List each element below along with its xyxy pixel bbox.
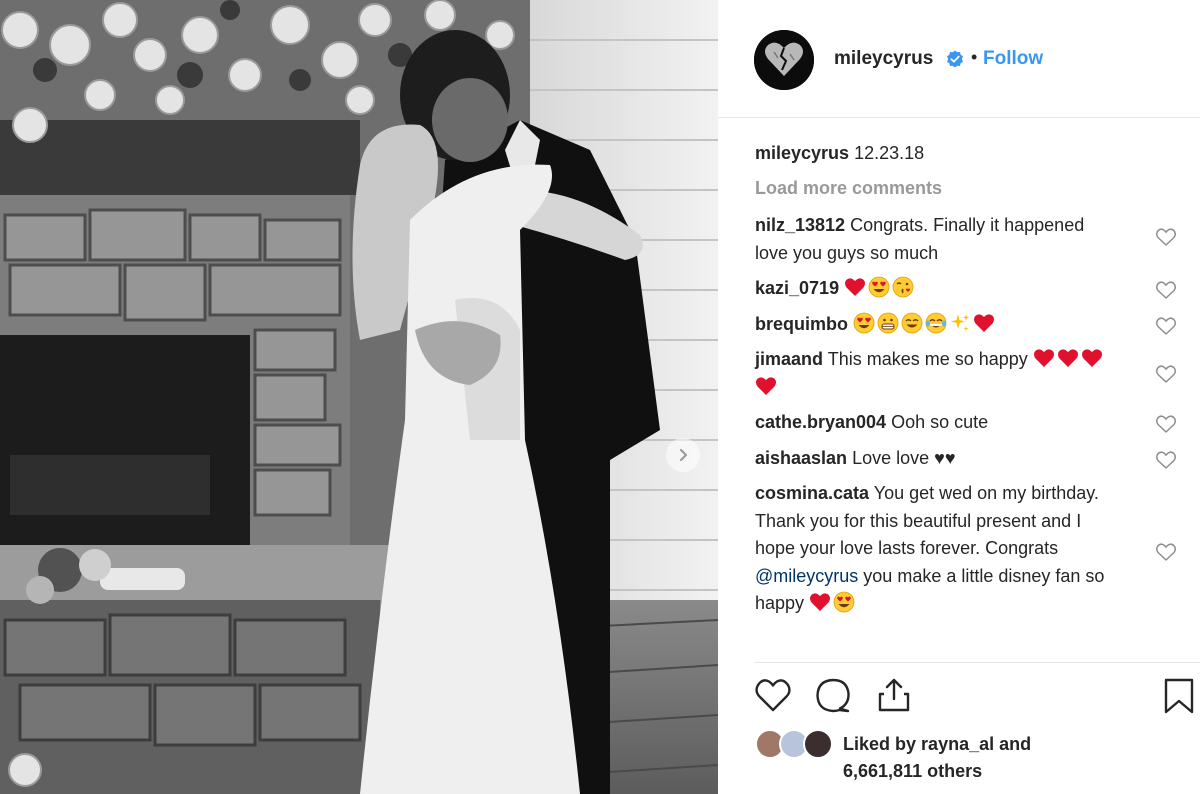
red-heart-emoji-icon <box>756 376 776 395</box>
liker-avatars <box>755 729 839 761</box>
follow-button[interactable]: Follow <box>983 48 1043 70</box>
heart-eyes-emoji-icon <box>853 312 875 333</box>
action-bar <box>754 677 1200 717</box>
separator-dot: • <box>971 47 978 67</box>
post-caption: mileycyrus 12.23.18 <box>755 140 1165 166</box>
comment-item: aishaaslan Love love ♥♥ <box>755 445 1177 473</box>
smile-emoji-icon <box>901 312 923 333</box>
like-comment-heart-icon[interactable] <box>1155 280 1177 300</box>
comment-username[interactable]: jimaand <box>755 349 823 369</box>
like-comment-heart-icon[interactable] <box>1155 364 1177 384</box>
red-heart-emoji-icon <box>1057 349 1078 367</box>
comment-text: This makes me so happy <box>827 349 1028 369</box>
next-photo-button[interactable] <box>666 438 700 472</box>
comment-item: nilz_13812 Congrats. Finally it happened… <box>755 212 1177 267</box>
heart-eyes-emoji-icon <box>868 276 890 298</box>
comment-item: cosmina.cata You get wed on my birthday.… <box>755 480 1177 618</box>
wedding-photo-image <box>0 0 718 794</box>
caption-username[interactable]: mileycyrus <box>755 143 849 163</box>
like-comment-heart-icon[interactable] <box>1155 542 1177 562</box>
red-heart-emoji-icon <box>810 593 831 611</box>
post-side-panel: mileycyrus • Follow mileycyrus 12.23.18 … <box>718 0 1200 794</box>
liker-avatar-3[interactable] <box>803 729 833 759</box>
share-icon[interactable] <box>876 677 912 713</box>
comments-list: mileycyrus 12.23.18 Load more comments n… <box>755 140 1177 626</box>
comment-mention-link[interactable]: @mileycyrus <box>755 566 858 586</box>
like-comment-heart-icon[interactable] <box>1155 450 1177 470</box>
comment-item: brequimbo <box>755 311 1177 339</box>
load-more-comments-button[interactable]: Load more comments <box>755 176 1165 200</box>
bookmark-icon[interactable] <box>1162 677 1196 715</box>
post-photo[interactable] <box>0 0 718 794</box>
like-comment-heart-icon[interactable] <box>1155 316 1177 336</box>
verified-badge-icon <box>947 50 963 68</box>
post-header: mileycyrus • Follow <box>718 0 1200 118</box>
likes-user[interactable]: rayna_al <box>921 734 994 754</box>
actions-divider <box>755 662 1200 663</box>
comment-username[interactable]: kazi_0719 <box>755 278 839 298</box>
likes-text[interactable]: Liked by rayna_al and 6,661,811 others <box>843 731 1031 785</box>
avatar[interactable] <box>754 30 814 90</box>
caption-text: 12.23.18 <box>854 143 925 163</box>
heart-outline-icon[interactable] <box>754 677 792 713</box>
joy-emoji-icon <box>925 312 947 333</box>
red-heart-emoji-icon <box>1081 349 1102 367</box>
comment-item: cathe.bryan004 Ooh so cute <box>755 409 1177 437</box>
broken-heart-avatar-icon <box>754 30 814 90</box>
comment-items: nilz_13812 Congrats. Finally it happened… <box>755 212 1177 618</box>
comment-username[interactable]: cosmina.cata <box>755 483 869 503</box>
red-heart-emoji-icon <box>974 313 995 332</box>
likes-summary: Liked by rayna_al and 6,661,811 others <box>755 728 1175 784</box>
heart-eyes-emoji-icon <box>833 591 855 613</box>
comment-username[interactable]: cathe.bryan004 <box>755 412 886 432</box>
comment-item: jimaand This makes me so happy <box>755 346 1177 401</box>
red-heart-emoji-icon <box>1033 349 1054 367</box>
sparkles-emoji-icon <box>951 313 970 331</box>
comment-username[interactable]: brequimbo <box>755 314 848 334</box>
kiss-face-emoji-icon <box>892 276 914 298</box>
like-comment-heart-icon[interactable] <box>1155 414 1177 434</box>
likes-prefix: Liked by <box>843 734 917 754</box>
comment-text: Ooh so cute <box>891 412 989 432</box>
grin-emoji-icon <box>877 312 899 333</box>
chevron-right-icon <box>679 448 688 462</box>
like-comment-heart-icon[interactable] <box>1155 227 1177 247</box>
red-heart-emoji-icon <box>845 278 866 296</box>
likes-count[interactable]: 6,661,811 others <box>843 761 982 781</box>
comment-username[interactable]: aishaaslan <box>755 448 847 468</box>
comment-bubble-icon[interactable] <box>814 677 852 713</box>
comment-item: kazi_0719 <box>755 275 1177 303</box>
header-username[interactable]: mileycyrus <box>834 48 933 70</box>
comment-username[interactable]: nilz_13812 <box>755 215 845 235</box>
comment-text: Love love ♥♥ <box>852 447 956 468</box>
likes-and: and <box>999 734 1032 754</box>
